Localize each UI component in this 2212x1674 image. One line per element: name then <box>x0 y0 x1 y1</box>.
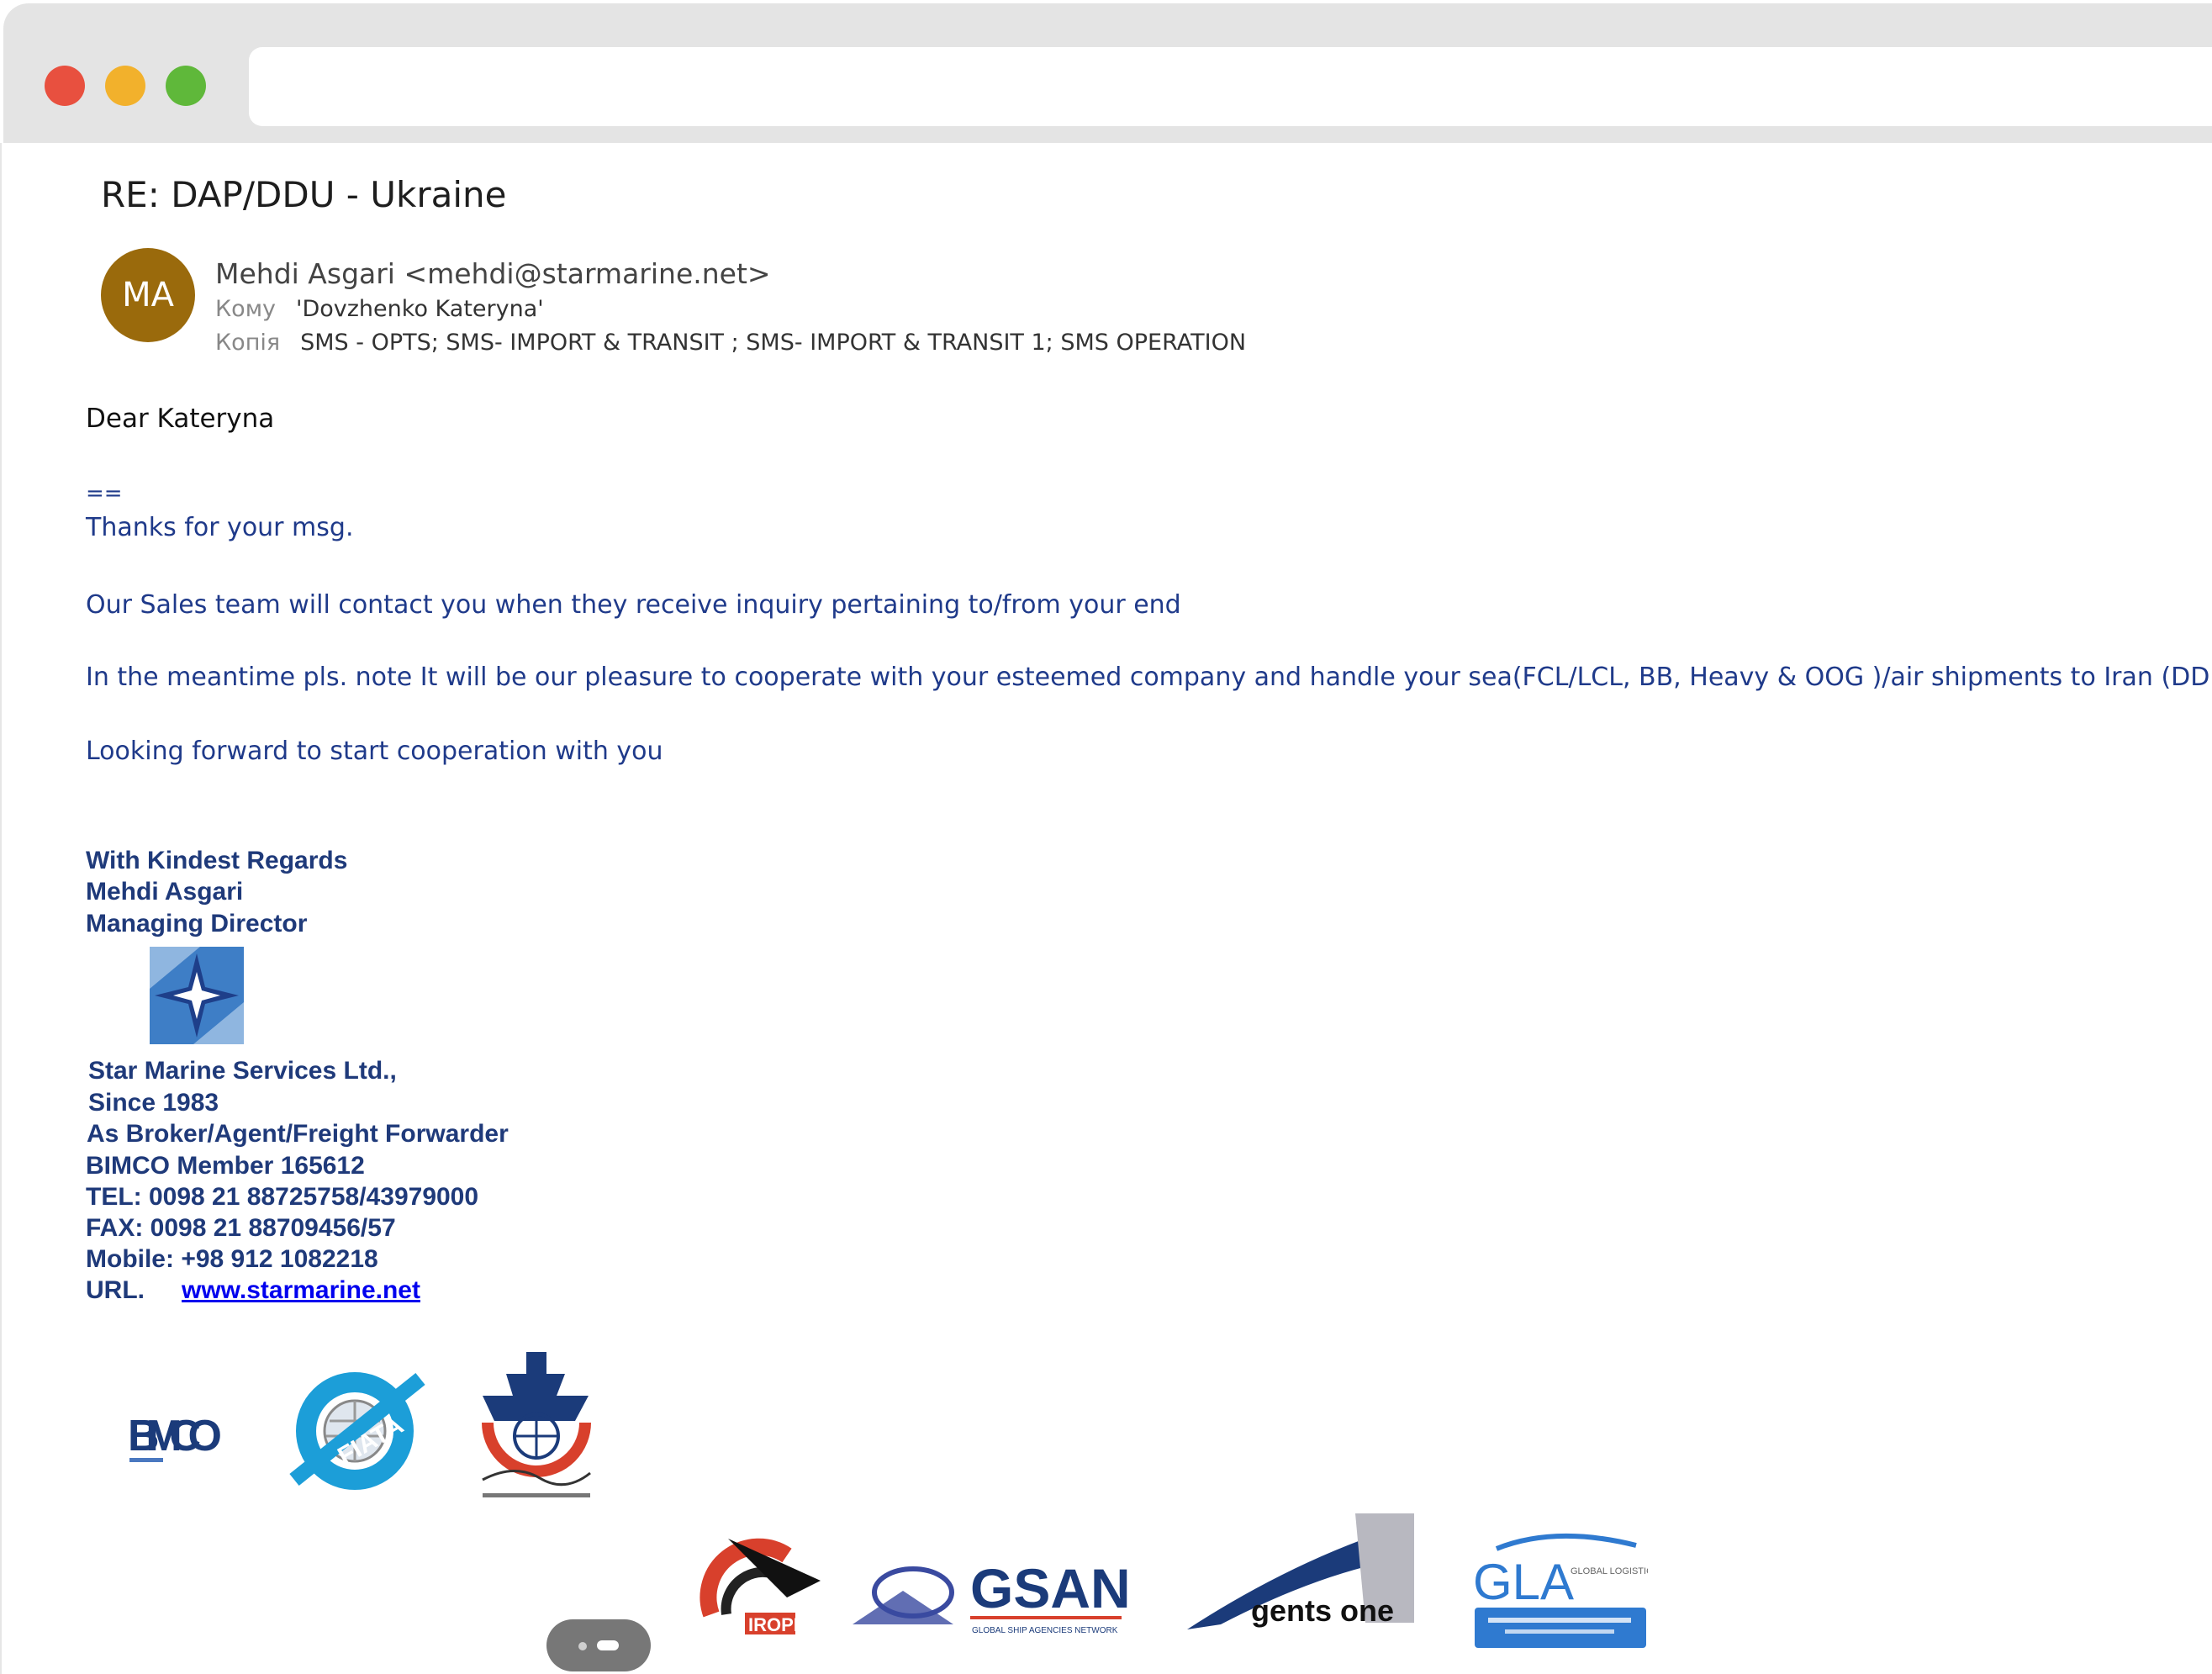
signature-since: Since 1983 <box>88 1089 219 1117</box>
signature-fax: FAX: 0098 21 88709456/57 <box>86 1214 396 1242</box>
body-line-sales: Our Sales team will contact you when the… <box>86 590 1181 620</box>
iropex-logo-text: IROPEX <box>748 1614 818 1635</box>
sender-address[interactable]: Mehdi Asgari <mehdi@starmarine.net> <box>215 257 771 290</box>
bimco-logo-text: BIMCO <box>128 1412 222 1460</box>
window-maximize-button[interactable] <box>166 66 206 106</box>
fiata-logo: FIATA <box>277 1362 437 1509</box>
signature-tel: TEL: 0098 21 88725758/43979000 <box>86 1183 479 1211</box>
to-recipients[interactable]: 'Dovzhenko Kateryna' <box>296 296 544 322</box>
signature-title: Managing Director <box>86 910 308 937</box>
cc-recipients[interactable]: SMS - OPTS; SMS- IMPORT & TRANSIT ; SMS-… <box>300 330 1246 356</box>
signature-bimco: BIMCO Member 165612 <box>86 1152 365 1180</box>
gsan-logo-text: GSAN <box>970 1557 1130 1619</box>
gsan-logo-subtext: GLOBAL SHIP AGENCIES NETWORK <box>972 1626 1118 1635</box>
sender-avatar: MA <box>101 248 195 342</box>
body-line-looking-forward: Looking forward to start cooperation wit… <box>86 737 663 766</box>
carousel-pager[interactable] <box>546 1619 651 1671</box>
gsan-logo: GSAN GLOBAL SHIP AGENCIES NETWORK <box>853 1549 1131 1645</box>
to-label: Кому <box>215 296 277 322</box>
cc-label: Копія <box>215 330 281 356</box>
email-view: RE: DAP/DDU - Ukraine MA Mehdi Asgari <m… <box>0 143 2212 1674</box>
signature-regards: With Kindest Regards <box>86 847 348 874</box>
cc-row: Копія SMS - OPTS; SMS- IMPORT & TRANSIT ;… <box>215 330 1246 356</box>
signature-name: Mehdi Asgari <box>86 878 244 906</box>
signature-company: Star Marine Services Ltd., <box>88 1057 397 1085</box>
signature-url-row: URL. www.starmarine.net <box>86 1276 420 1305</box>
email-subject: RE: DAP/DDU - Ukraine <box>101 174 507 215</box>
iropex-logo: IROPEX <box>694 1522 839 1644</box>
shipping-association-iran-logo <box>464 1337 607 1518</box>
email-greeting: Dear Kateryna <box>86 404 275 434</box>
signature-role: As Broker/Agent/Freight Forwarder <box>87 1120 509 1148</box>
window-close-button[interactable] <box>45 66 85 106</box>
avatar-initials: MA <box>122 276 174 314</box>
signature-url-label: URL. <box>86 1276 145 1304</box>
to-row: Кому 'Dovzhenko Kateryna' <box>215 296 544 322</box>
signature-url-link[interactable]: www.starmarine.net <box>182 1276 420 1304</box>
body-separator: == <box>86 481 123 506</box>
agents-one-logo-text: gents one <box>1251 1593 1394 1628</box>
star-marine-logo <box>150 947 244 1048</box>
gla-logo-subtext: GLOBAL LOGISTICS ALLIANCE <box>1571 1566 1648 1576</box>
pager-dot[interactable] <box>578 1642 587 1650</box>
window-minimize-button[interactable] <box>105 66 145 106</box>
browser-titlebar <box>3 3 2212 143</box>
pager-dot-active[interactable] <box>597 1640 619 1650</box>
address-bar[interactable] <box>249 47 2212 126</box>
body-line-thanks: Thanks for your msg. <box>86 513 354 542</box>
body-line-meantime: In the meantime pls. note It will be our… <box>86 663 2212 692</box>
gla-logo-text: GLA <box>1473 1554 1574 1610</box>
agents-one-logo: gents one <box>1187 1513 1417 1637</box>
bimco-logo: BIMCO <box>126 1404 227 1476</box>
gla-logo: GLA GLOBAL LOGISTICS ALLIANCE <box>1471 1530 1706 1654</box>
signature-mobile: Mobile: +98 912 1082218 <box>86 1245 378 1273</box>
